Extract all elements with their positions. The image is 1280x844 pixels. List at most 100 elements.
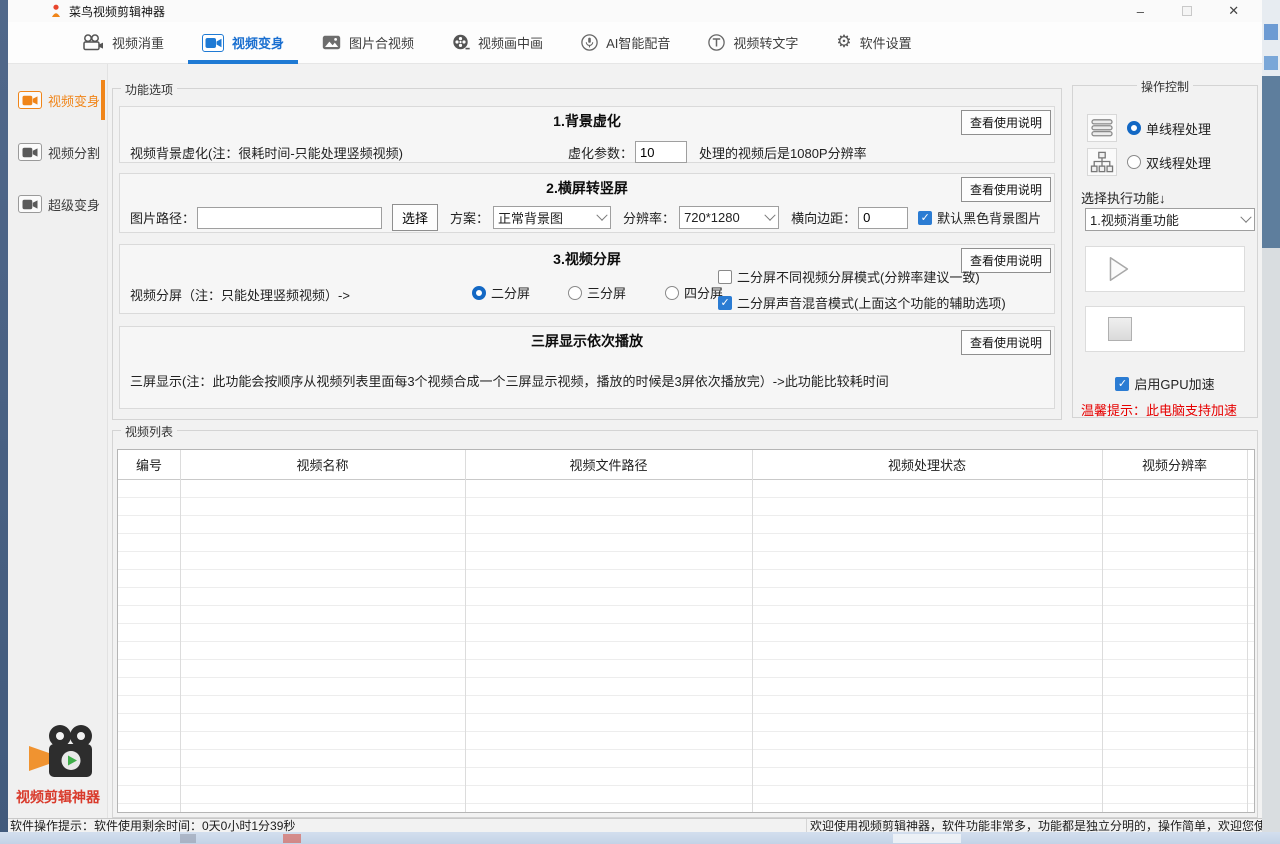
help-button[interactable]: 查看使用说明 [961,330,1051,355]
text-t-icon [708,34,725,51]
table-body-empty[interactable] [118,480,1254,812]
tab-ai-dubbing[interactable]: AI智能配音 [581,22,670,63]
black-background-checkbox[interactable] [918,211,932,225]
single-thread-option[interactable]: 单线程处理 [1127,119,1211,138]
audio-mix-mode-option[interactable]: 二分屏声音混音模式(上面这个功能的辅助选项) [718,293,1006,312]
app-window: 菜鸟视频剪辑神器 – ✕ 视频消重 视频变身 [8,0,1262,832]
status-left-text: 软件操作提示：软件使用剩余时间：0天0小时1分39秒 [10,820,295,832]
blur-param-input[interactable] [635,141,687,163]
tab-video-to-text[interactable]: 视频转文字 [708,22,798,63]
image-path-input[interactable] [197,207,382,229]
video-list-group: 视频列表 编号 视频名称 视频文件路径 视频处理状态 视频分辨率 [112,430,1258,818]
gpu-acceleration-checkbox[interactable] [1115,377,1129,391]
different-video-mode-checkbox[interactable] [718,270,732,284]
radio-icon[interactable] [1127,121,1141,135]
gpu-acceleration-option[interactable]: 启用GPU加速 [1115,374,1214,393]
blur-param-label: 虚化参数： [568,143,633,162]
tab-label: 软件设置 [860,33,912,52]
logo-label: 视频剪辑神器 [8,787,108,807]
column-header-id: 编号 [118,450,180,479]
triple-screen-description: 三屏显示(注：此功能会按顺序从视频列表里面每3个视频合成一个三屏显示视频，播放的… [130,371,889,390]
radio-two-split[interactable]: 二分屏 [472,283,530,302]
status-divider [806,819,807,832]
radio-label: 二分屏 [491,283,530,302]
radio-icon[interactable] [665,286,679,300]
stop-button[interactable] [1085,306,1245,352]
group-label: 功能选项 [121,81,177,98]
tab-video-pip[interactable]: 视频画中画 [452,22,543,63]
audio-mix-mode-checkbox[interactable] [718,296,732,310]
chevron-down-icon [596,209,607,220]
resolution-select[interactable]: 720*1280 [679,206,779,229]
column-header-name: 视频名称 [180,450,465,479]
section-triple-screen: 三屏显示依次播放 查看使用说明 三屏显示(注：此功能会按顺序从视频列表里面每3个… [119,326,1055,409]
select-function-label: 选择执行功能↓ [1081,188,1166,207]
double-thread-option[interactable]: 双线程处理 [1127,153,1211,172]
app-logo-icon [50,4,62,18]
taskbar-icon[interactable] [180,834,196,843]
radio-label: 单线程处理 [1146,119,1211,138]
section-background-blur: 1.背景虚化 查看使用说明 视频背景虚化(注：很耗时间-只能处理竖频视频) 虚化… [119,106,1055,163]
minimize-button[interactable]: – [1125,4,1155,19]
section-horizontal-to-vertical: 2.横屏转竖屏 查看使用说明 图片路径： 选择 方案： 正常背景图 分辨率： 7… [119,173,1055,233]
tab-picture-to-video[interactable]: 图片合视频 [322,22,414,63]
taskbar[interactable] [0,832,1280,844]
choose-file-button[interactable]: 选择 [392,204,438,231]
different-video-mode-option[interactable]: 二分屏不同视频分屏模式(分辨率建议一致) [718,267,980,286]
checkbox-label: 二分屏声音混音模式(上面这个功能的辅助选项) [737,293,1006,312]
column-divider [1102,450,1103,812]
taskbar-icon[interactable] [283,834,301,843]
chevron-down-icon [764,209,775,220]
help-button[interactable]: 查看使用说明 [961,177,1051,202]
scheme-value: 正常背景图 [498,208,563,227]
desktop-left-strip [0,0,8,844]
radio-label: 双线程处理 [1146,153,1211,172]
tab-video-dedup[interactable]: 视频消重 [80,22,164,63]
radio-icon[interactable] [568,286,582,300]
column-divider [180,450,181,812]
margin-input[interactable] [858,207,908,229]
blur-note: 处理的视频后是1080P分辨率 [699,143,867,162]
column-divider [465,450,466,812]
close-button[interactable]: ✕ [1219,3,1249,19]
picture-icon [322,35,341,50]
sidebar-item-label: 视频变身 [48,91,100,110]
sidebar-item-video-split[interactable]: 视频分割 [8,134,107,170]
section-video-splitscreen: 3.视频分屏 查看使用说明 视频分屏（注：只能处理竖频视频）-> 二分屏 三分屏… [119,244,1055,314]
column-divider [1247,450,1248,812]
help-button[interactable]: 查看使用说明 [961,110,1051,135]
tab-label: 图片合视频 [349,33,414,52]
section-title: 三屏显示依次播放 [120,331,1054,351]
video-table[interactable]: 编号 视频名称 视频文件路径 视频处理状态 视频分辨率 [117,449,1255,813]
table-header: 编号 视频名称 视频文件路径 视频处理状态 视频分辨率 [118,450,1254,480]
radio-icon[interactable] [472,286,486,300]
taskbar-icon[interactable] [893,834,961,843]
start-button[interactable] [1085,246,1245,292]
title-bar: 菜鸟视频剪辑神器 – ✕ [8,0,1262,22]
operation-control-panel: 操作控制 单线程处理 [1072,85,1258,418]
image-path-label: 图片路径： [130,208,195,227]
sidebar-item-video-transform[interactable]: 视频变身 [8,82,107,118]
section-title: 2.横屏转竖屏 [120,178,1054,198]
function-select[interactable]: 1.视频消重功能 [1085,208,1255,231]
maximize-button[interactable] [1182,6,1192,16]
blur-description: 视频背景虚化(注：很耗时间-只能处理竖频视频) [130,143,460,162]
sidebar: 视频变身 视频分割 超级变身 视频剪辑神器 [8,64,108,822]
scheme-select[interactable]: 正常背景图 [493,206,611,229]
sidebar-item-super-transform[interactable]: 超级变身 [8,186,107,222]
movie-camera-icon [80,34,104,51]
radio-four-split[interactable]: 四分屏 [665,283,723,302]
radio-three-split[interactable]: 三分屏 [568,283,626,302]
column-header-status: 视频处理状态 [752,450,1102,479]
radio-icon[interactable] [1127,155,1141,169]
sidebar-item-label: 视频分割 [48,143,100,162]
background-chip [1264,24,1278,40]
status-right-text: 欢迎使用视频剪辑神器，软件功能非常多，功能都是独立分明的，操作简单，欢迎您使 [810,820,1262,832]
checkbox-label: 二分屏不同视频分屏模式(分辨率建议一致) [737,267,980,286]
tab-label: 视频变身 [232,33,284,52]
tab-settings[interactable]: ⚙ 软件设置 [836,22,911,63]
tab-video-transform[interactable]: 视频变身 [202,22,284,63]
window-title: 菜鸟视频剪辑神器 [69,3,165,20]
chevron-down-icon [1240,211,1251,222]
play-icon [1102,253,1134,285]
